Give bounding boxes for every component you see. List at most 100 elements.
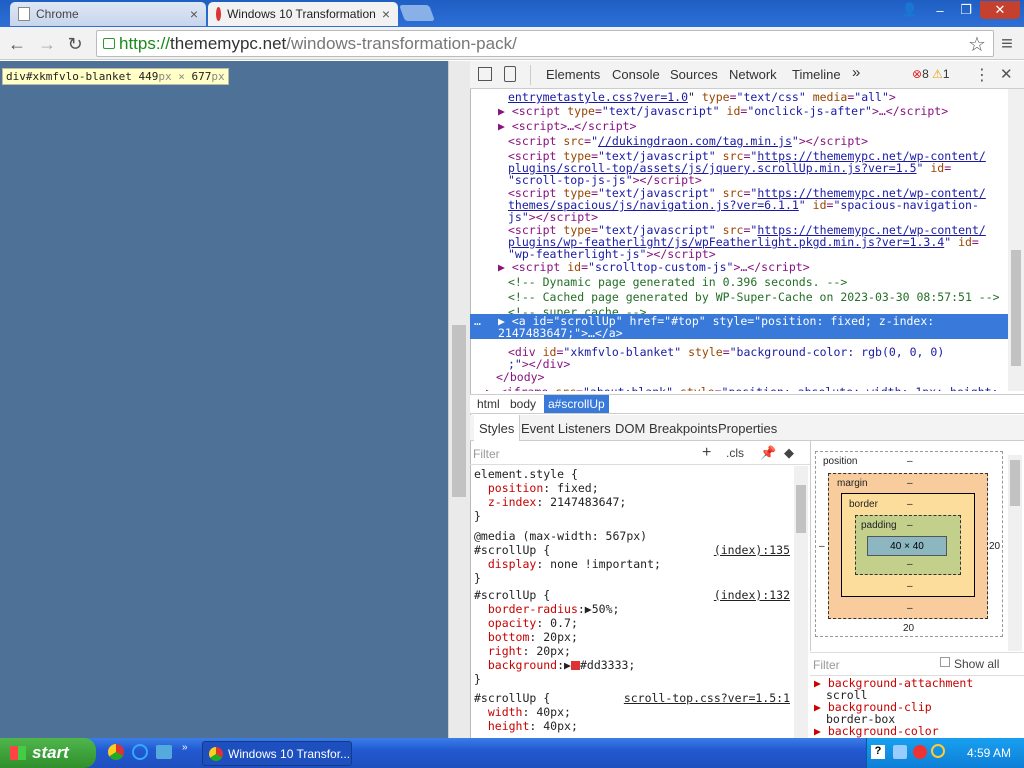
tooltip-height: 677	[191, 70, 212, 83]
dom-tree[interactable]: entrymetastyle.css?ver=1.0" type="text/c…	[470, 89, 1010, 391]
styles-pane[interactable]: element.style { position: fixed; z-index…	[470, 441, 794, 738]
computed-properties[interactable]: ▶ background-attachment scroll ▶ backgroun…	[810, 677, 1010, 738]
toolbar-divider	[530, 65, 531, 85]
tab-chrome[interactable]: Chrome ×	[10, 2, 206, 26]
reload-button[interactable]: ↻	[62, 31, 88, 57]
security-icon[interactable]	[913, 745, 927, 759]
dom-node-line[interactable]: "scroll-top-js-js"></script>	[508, 174, 1010, 187]
tab-network[interactable]: Network	[729, 67, 777, 82]
element-inspect-tooltip: div#xkmfvlo-blanket 449px × 677px	[2, 68, 229, 85]
crumb-html[interactable]: html	[473, 397, 504, 411]
position-left: –	[819, 541, 825, 552]
dom-node-line[interactable]: <!-- Cached page generated by WP-Super-C…	[508, 291, 1010, 304]
taskbar-item-label: Windows 10 Transfor...	[228, 746, 351, 761]
back-button[interactable]: ←	[4, 31, 30, 57]
ie-quicklaunch-icon[interactable]	[132, 744, 148, 760]
warning-count-value: 1	[942, 67, 950, 81]
dom-node-line[interactable]: <script src="//dukingdraon.com/tag.min.j…	[508, 135, 1010, 148]
crumb-scrollup[interactable]: a#scrollUp	[544, 395, 609, 413]
clock[interactable]: 4:59 AM	[967, 746, 1011, 760]
computed-property[interactable]: ▶ background-color	[814, 725, 939, 738]
dom-node-line[interactable]: <!-- Dynamic page generated in 0.396 sec…	[508, 276, 1010, 289]
dom-node-line[interactable]: ▶ <script id="scrolltop-custom-js">…</sc…	[498, 261, 1010, 274]
tab-close-icon[interactable]: ×	[382, 6, 390, 22]
crumb-body[interactable]: body	[506, 397, 540, 411]
dom-node-line[interactable]: entrymetastyle.css?ver=1.0" type="text/c…	[508, 91, 1010, 104]
tab-event-listeners[interactable]: Event Listeners	[521, 421, 611, 436]
explorer-quicklaunch-icon[interactable]	[156, 745, 172, 759]
bookmark-star-icon[interactable]: ☆	[964, 31, 990, 57]
margin-top: –	[907, 478, 913, 489]
close-devtools-icon[interactable]: ✕	[1000, 65, 1013, 83]
address-bar[interactable]: https:// thememypc.net /windows-transfor…	[96, 30, 994, 57]
network-icon[interactable]	[893, 745, 907, 759]
tab-timeline[interactable]: Timeline	[792, 67, 841, 82]
show-all-checkbox[interactable]	[940, 657, 950, 667]
tooltip-times: ×	[178, 70, 185, 83]
error-count[interactable]: ⊗8 ⚠1	[912, 67, 950, 81]
style-rule[interactable]: element.style { position: fixed; z-index…	[474, 467, 626, 523]
tab-elements[interactable]: Elements	[546, 67, 600, 82]
style-rule[interactable]: @media (max-width: 567px) #scrollUp { di…	[474, 529, 661, 585]
inspect-element-icon[interactable]	[478, 67, 492, 81]
chrome-icon	[209, 746, 223, 761]
warning-icon: ⚠	[932, 67, 943, 81]
site-favicon-icon	[216, 7, 222, 21]
device-mode-icon[interactable]	[504, 66, 516, 82]
dom-node-line[interactable]: <div id="xkmfvlo-blanket" style="backgro…	[508, 346, 1010, 359]
quicklaunch-more-icon[interactable]: »	[182, 742, 188, 753]
dom-node-line[interactable]: ;"></div>	[508, 358, 1010, 371]
margin-label: margin	[837, 478, 868, 489]
more-tabs-icon[interactable]: »	[852, 64, 860, 81]
chrome-menu-button[interactable]: ≡	[994, 31, 1020, 57]
style-rule[interactable]: #scrollUp { width: 40px; height: 40px;	[474, 691, 578, 733]
page-icon	[18, 7, 30, 21]
close-window-button[interactable]: ✕	[980, 1, 1020, 19]
dom-node-line[interactable]: ▶ <script type="text/javascript" id="onc…	[498, 105, 1010, 118]
minimize-button[interactable]: –	[926, 1, 954, 19]
border-label: border	[849, 499, 878, 510]
dom-node-line[interactable]: js"></script>	[508, 211, 1010, 224]
tab-styles[interactable]: Styles	[474, 415, 521, 441]
tab-properties[interactable]: Properties	[718, 421, 777, 436]
chrome-quicklaunch-icon[interactable]	[108, 744, 124, 760]
tab-close-icon[interactable]: ×	[190, 6, 198, 22]
dom-node-line[interactable]: ▶ <script>…</script>	[498, 120, 1010, 133]
maximize-button[interactable]: ❐	[952, 1, 980, 19]
forward-button[interactable]: →	[34, 31, 60, 57]
dom-scrollbar-thumb[interactable]	[1011, 250, 1021, 366]
style-rule[interactable]: #scrollUp { border-radius:▶50%; opacity:…	[474, 588, 635, 686]
box-model-scrollbar-thumb[interactable]	[1010, 460, 1020, 506]
dom-node-line[interactable]: ▶ <iframe src="about:blank" style="posit…	[486, 386, 1010, 391]
user-icon[interactable]: 👤	[896, 1, 924, 19]
styles-scrollbar-thumb[interactable]	[796, 485, 806, 533]
page-viewport[interactable]	[0, 61, 448, 738]
position-right: 20	[989, 541, 1001, 552]
tooltip-unit: px	[158, 70, 172, 83]
style-source-link[interactable]: (index):132	[714, 588, 790, 602]
position-top: –	[907, 456, 913, 467]
tab-dom-breakpoints[interactable]: DOM Breakpoints	[615, 421, 718, 436]
computed-filter-input[interactable]: Filter	[813, 658, 840, 672]
help-icon[interactable]: ?	[871, 745, 885, 759]
tab-sources[interactable]: Sources	[670, 67, 718, 82]
padding-bottom: –	[907, 559, 913, 570]
tab-console[interactable]: Console	[612, 67, 660, 82]
tooltip-unit: px	[211, 70, 225, 83]
style-source-link[interactable]: scroll-top.css?ver=1.5:1	[624, 691, 790, 705]
system-tray: ? 4:59 AM	[866, 738, 1024, 768]
new-tab-button[interactable]	[399, 5, 435, 21]
selected-dom-node[interactable]: … ▶ <a id="scrollUp" href="#top" style="…	[470, 314, 1008, 339]
tab-windows-10-transformation[interactable]: Windows 10 Transformation ×	[208, 2, 398, 26]
search-icon[interactable]	[931, 744, 945, 758]
dom-node-line[interactable]: </body>	[496, 371, 1010, 384]
url-host: thememypc.net	[170, 33, 287, 53]
devtools-menu-icon[interactable]: ⋮	[974, 65, 990, 85]
taskbar-item-chrome[interactable]: Windows 10 Transfor...	[202, 741, 352, 766]
style-source-link[interactable]: (index):135	[714, 543, 790, 557]
dom-node-line[interactable]: "wp-featherlight-js"></script>	[508, 248, 1010, 261]
start-button[interactable]: start	[0, 738, 96, 768]
devtools-toolbar: Elements Console Sources Network Timelin…	[470, 61, 1024, 89]
tab-label: Chrome	[36, 7, 79, 21]
page-scrollbar-thumb[interactable]	[452, 325, 466, 497]
